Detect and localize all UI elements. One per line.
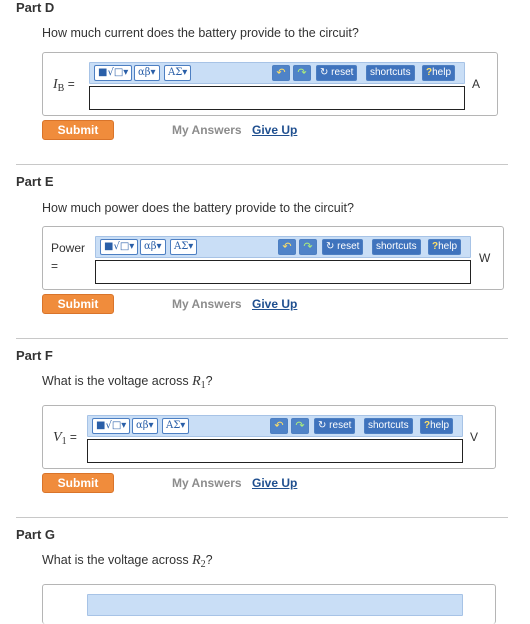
part-d-answer-box: IB = ■√□▾ αβ▾ ΑΣ▾ ↶ ↷ ↻ reset shortcuts …: [42, 52, 498, 116]
help-button[interactable]: ?help: [428, 239, 462, 255]
equation-toolbar: ■√□▾ αβ▾ ΑΣ▾ ↶ ↷ ↻ reset shortcuts ?help: [95, 236, 471, 258]
part-d-unit: A: [472, 77, 481, 91]
templates-button[interactable]: ■√□▾: [94, 65, 133, 81]
undo-icon[interactable]: ↶: [278, 239, 296, 255]
reset-button[interactable]: ↻ reset: [322, 239, 364, 255]
chevron-down-icon: ▾: [180, 420, 186, 431]
question-variable: R: [192, 553, 201, 568]
chevron-down-icon: ▾: [182, 67, 188, 78]
part-e-my-answers-link[interactable]: My Answers: [172, 297, 242, 311]
greek-button[interactable]: αβ▾: [140, 239, 166, 255]
equation-toolbar: [87, 594, 463, 616]
part-e-question: How much power does the battery provide …: [42, 201, 354, 215]
shortcuts-button[interactable]: shortcuts: [372, 239, 421, 255]
question-text: What is the voltage across: [42, 553, 193, 567]
part-f-give-up-link[interactable]: Give Up: [252, 476, 297, 490]
part-f-answer-box: V1 = ■√□▾ αβ▾ ΑΣ▾ ↶ ↷ ↻ reset shortcuts …: [42, 405, 496, 469]
lhs-text: Power: [51, 241, 86, 255]
redo-icon[interactable]: ↷: [291, 418, 309, 434]
equation-toolbar: ■√□▾ αβ▾ ΑΣ▾ ↶ ↷ ↻ reset shortcuts ?help: [87, 415, 463, 437]
part-d-title: Part D: [16, 0, 55, 15]
help-button[interactable]: ?help: [420, 418, 454, 434]
refresh-icon: ↻: [320, 67, 329, 78]
lhs-equals: =: [69, 430, 77, 444]
chevron-down-icon: ▾: [129, 241, 135, 252]
question-text: What is the voltage across: [42, 374, 193, 388]
chevron-down-icon: ▾: [123, 67, 129, 78]
refresh-icon: ↻: [318, 420, 327, 431]
symbols-button[interactable]: ΑΣ▾: [164, 65, 192, 81]
templates-button[interactable]: ■√□▾: [92, 418, 131, 434]
part-f-title: Part F: [16, 348, 53, 363]
part-d-lhs: IB =: [53, 77, 75, 94]
reset-button[interactable]: ↻ reset: [316, 65, 358, 81]
part-d-question: How much current does the battery provid…: [42, 26, 359, 40]
divider: [16, 517, 508, 518]
question-mark: ?: [205, 374, 213, 388]
question-mark: ?: [205, 553, 213, 567]
chevron-down-icon: ▾: [150, 67, 156, 78]
divider: [16, 164, 508, 165]
equation-toolbar: ■√□▾ αβ▾ ΑΣ▾ ↶ ↷ ↻ reset shortcuts ?help: [89, 62, 465, 84]
part-e-unit: W: [479, 251, 491, 265]
lhs-equals: =: [51, 259, 59, 273]
shortcuts-button[interactable]: shortcuts: [364, 418, 413, 434]
chevron-down-icon: ▾: [156, 241, 162, 252]
symbols-button[interactable]: ΑΣ▾: [170, 239, 198, 255]
lhs-variable: V: [53, 430, 62, 445]
question-variable: R: [192, 374, 201, 389]
refresh-icon: ↻: [326, 241, 335, 252]
divider: [16, 338, 508, 339]
undo-icon[interactable]: ↶: [270, 418, 288, 434]
greek-button[interactable]: αβ▾: [134, 65, 160, 81]
redo-icon[interactable]: ↷: [293, 65, 311, 81]
chevron-down-icon: ▾: [121, 420, 127, 431]
part-f-submit-button[interactable]: Submit: [42, 473, 114, 493]
part-e-answer-box: Power = ■√□▾ αβ▾ ΑΣ▾ ↶ ↷ ↻ reset shortcu…: [42, 226, 504, 290]
part-d-my-answers-link[interactable]: My Answers: [172, 123, 242, 137]
part-g-question: What is the voltage across R2?: [42, 553, 213, 570]
part-f-my-answers-link[interactable]: My Answers: [172, 476, 242, 490]
part-f-answer-input[interactable]: [87, 439, 463, 463]
templates-button[interactable]: ■√□▾: [100, 239, 139, 255]
part-e-submit-button[interactable]: Submit: [42, 294, 114, 314]
chevron-down-icon: ▾: [148, 420, 154, 431]
undo-icon[interactable]: ↶: [272, 65, 290, 81]
symbols-button[interactable]: ΑΣ▾: [162, 418, 190, 434]
lhs-subscript: B: [57, 83, 65, 94]
part-g-title: Part G: [16, 527, 56, 542]
redo-icon[interactable]: ↷: [299, 239, 317, 255]
greek-button[interactable]: αβ▾: [132, 418, 158, 434]
part-e-give-up-link[interactable]: Give Up: [252, 297, 297, 311]
part-e-title: Part E: [16, 174, 54, 189]
part-d-submit-button[interactable]: Submit: [42, 120, 114, 140]
part-f-unit: V: [470, 430, 479, 444]
part-f-lhs: V1 =: [53, 430, 77, 447]
part-d-answer-input[interactable]: [89, 86, 465, 110]
part-g-answer-box: [42, 584, 496, 624]
part-f-question: What is the voltage across R1?: [42, 374, 213, 391]
shortcuts-button[interactable]: shortcuts: [366, 65, 415, 81]
reset-button[interactable]: ↻ reset: [314, 418, 356, 434]
part-d-give-up-link[interactable]: Give Up: [252, 123, 297, 137]
part-e-lhs: Power =: [51, 239, 91, 275]
part-e-answer-input[interactable]: [95, 260, 471, 284]
help-button[interactable]: ?help: [422, 65, 456, 81]
lhs-equals: =: [67, 77, 75, 91]
chevron-down-icon: ▾: [188, 241, 194, 252]
lhs-subscript: 1: [61, 436, 67, 447]
